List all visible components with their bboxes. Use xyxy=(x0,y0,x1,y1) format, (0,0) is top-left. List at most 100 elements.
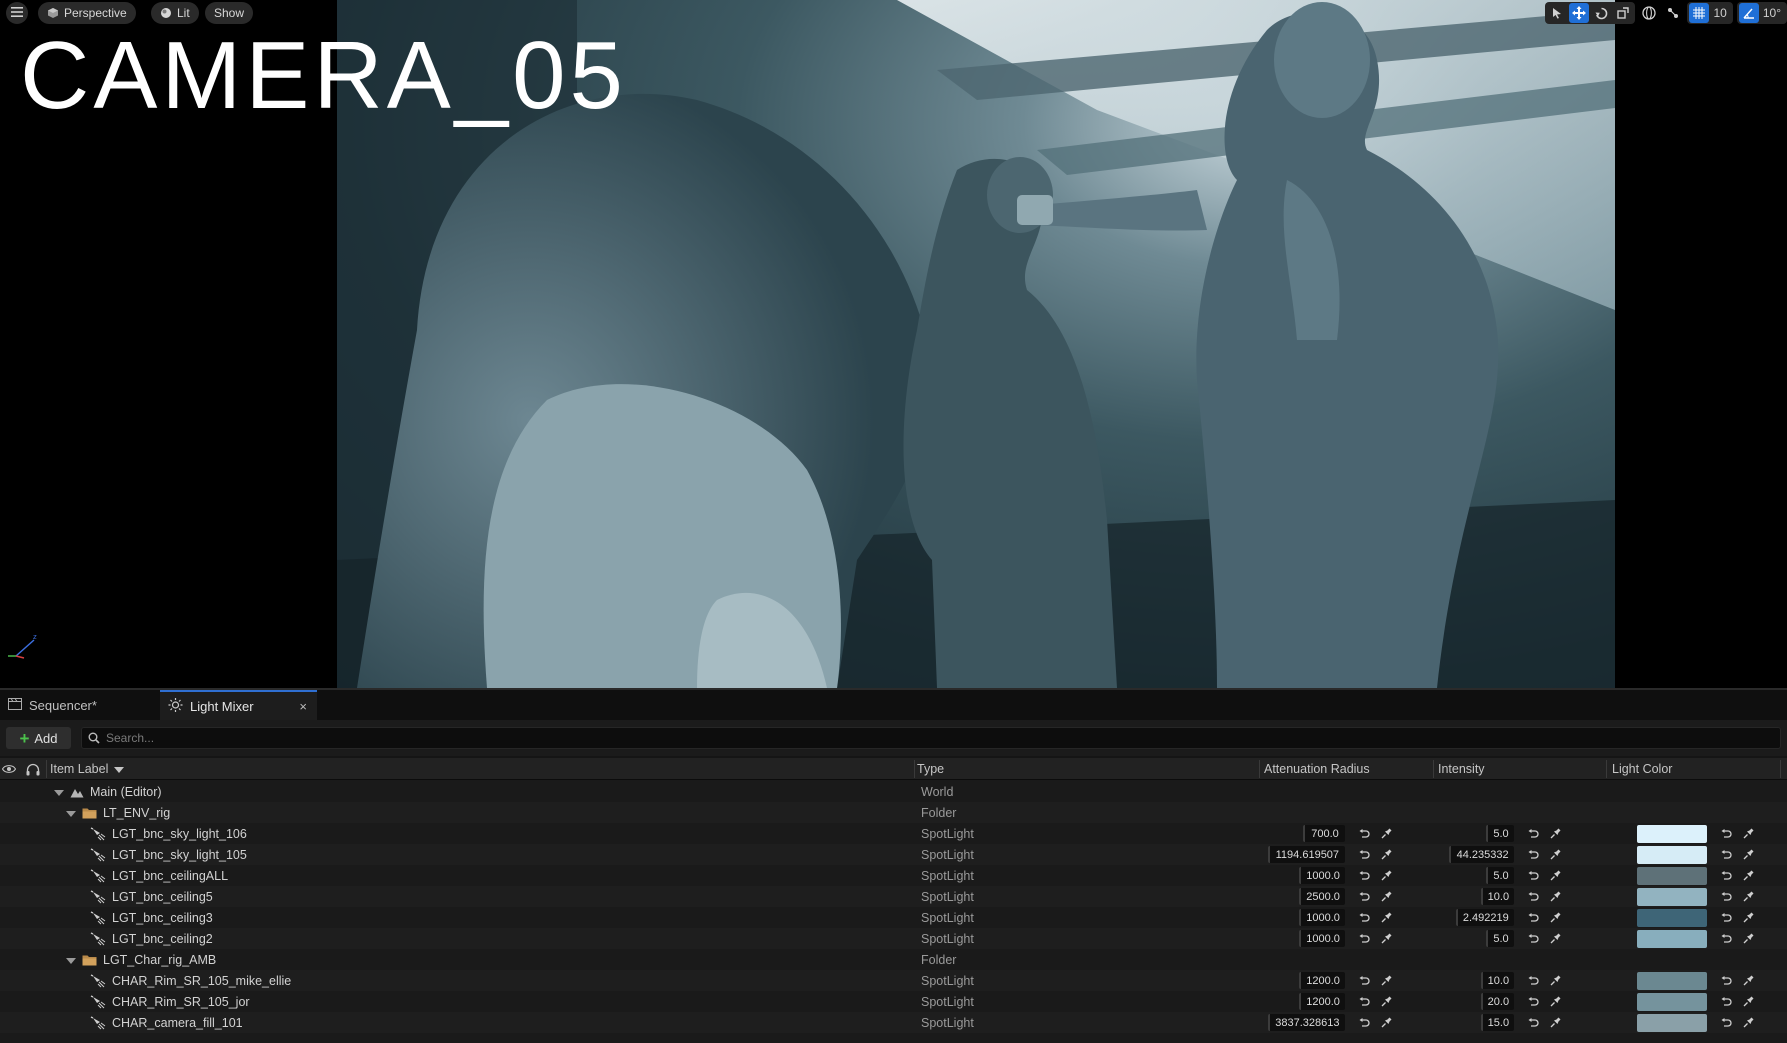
column-header-attenuation-radius[interactable]: Attenuation Radius xyxy=(1264,758,1370,780)
attenuation-radius-field[interactable]: 2500.0 xyxy=(1299,888,1345,905)
column-header-light-color[interactable]: Light Color xyxy=(1612,758,1672,780)
pin-icon[interactable] xyxy=(1740,824,1756,843)
reset-arrow-icon[interactable] xyxy=(1525,929,1541,948)
reset-arrow-icon[interactable] xyxy=(1718,887,1734,906)
pin-icon[interactable] xyxy=(1740,992,1756,1011)
reset-arrow-icon[interactable] xyxy=(1718,824,1734,843)
light-color-swatch[interactable] xyxy=(1637,846,1707,864)
rotation-snap-icon[interactable] xyxy=(1738,3,1759,23)
close-tab-icon[interactable]: × xyxy=(299,699,307,714)
level-viewport[interactable]: CAMERA_05 Perspective Lit Show 10 10° z xyxy=(0,0,1787,688)
reset-arrow-icon[interactable] xyxy=(1718,929,1734,948)
expand-arrow-icon[interactable] xyxy=(66,806,76,820)
table-row[interactable]: LGT_bnc_ceiling5 SpotLight 2500.0 10.0 xyxy=(0,886,1787,907)
reset-arrow-icon[interactable] xyxy=(1356,845,1372,864)
attenuation-radius-field[interactable]: 1000.0 xyxy=(1299,930,1345,947)
show-flags-button[interactable]: Show xyxy=(205,2,254,24)
item-label-cell[interactable]: CHAR_Rim_SR_105_jor xyxy=(90,991,250,1012)
attenuation-radius-field[interactable]: 700.0 xyxy=(1303,825,1345,842)
reset-arrow-icon[interactable] xyxy=(1718,866,1734,885)
attenuation-radius-field[interactable]: 3837.328613 xyxy=(1267,1014,1345,1031)
pin-icon[interactable] xyxy=(1547,845,1563,864)
pin-icon[interactable] xyxy=(1378,866,1394,885)
column-header-intensity[interactable]: Intensity xyxy=(1438,758,1485,780)
expand-arrow-icon[interactable] xyxy=(54,785,64,799)
pin-icon[interactable] xyxy=(1378,887,1394,906)
reset-arrow-icon[interactable] xyxy=(1718,1013,1734,1032)
reset-arrow-icon[interactable] xyxy=(1525,992,1541,1011)
attenuation-radius-field[interactable]: 1200.0 xyxy=(1299,993,1345,1010)
attenuation-radius-field[interactable]: 1000.0 xyxy=(1299,909,1345,926)
item-label-cell[interactable]: LGT_bnc_ceiling5 xyxy=(90,886,213,907)
reset-arrow-icon[interactable] xyxy=(1525,845,1541,864)
light-color-swatch[interactable] xyxy=(1637,1014,1707,1032)
item-label-cell[interactable]: Main (Editor) xyxy=(54,781,162,802)
tab-sequencer[interactable]: Sequencer* xyxy=(0,690,160,720)
perspective-view-button[interactable]: Perspective xyxy=(38,2,136,24)
pin-icon[interactable] xyxy=(1378,992,1394,1011)
intensity-field[interactable]: 15.0 xyxy=(1480,1014,1514,1031)
item-label-cell[interactable]: LGT_bnc_sky_light_105 xyxy=(90,844,247,865)
item-label-cell[interactable]: CHAR_camera_fill_101 xyxy=(90,1012,243,1033)
intensity-field[interactable]: 20.0 xyxy=(1480,993,1514,1010)
reset-arrow-icon[interactable] xyxy=(1356,971,1372,990)
select-mode-icon[interactable] xyxy=(1547,3,1567,23)
pin-icon[interactable] xyxy=(1547,929,1563,948)
pin-icon[interactable] xyxy=(1378,845,1394,864)
expand-arrow-icon[interactable] xyxy=(66,953,76,967)
table-row[interactable]: LGT_bnc_ceilingALL SpotLight 1000.0 5.0 xyxy=(0,865,1787,886)
item-label-cell[interactable]: LT_ENV_rig xyxy=(66,802,170,823)
reset-arrow-icon[interactable] xyxy=(1718,971,1734,990)
translate-mode-icon[interactable] xyxy=(1569,3,1590,23)
pin-icon[interactable] xyxy=(1378,824,1394,843)
grid-snap-value[interactable]: 10 xyxy=(1711,6,1730,20)
intensity-field[interactable]: 10.0 xyxy=(1480,888,1514,905)
pin-icon[interactable] xyxy=(1547,824,1563,843)
surface-snapping-icon[interactable] xyxy=(1663,3,1683,23)
folder-row[interactable]: LT_ENV_rig Folder xyxy=(0,802,1787,823)
reset-arrow-icon[interactable] xyxy=(1525,887,1541,906)
table-row[interactable]: CHAR_camera_fill_101 SpotLight 3837.328613… xyxy=(0,1012,1787,1033)
column-header-item-label[interactable]: Item Label xyxy=(50,758,125,780)
table-row[interactable]: LGT_bnc_ceiling3 SpotLight 1000.0 2.492219 xyxy=(0,907,1787,928)
item-label-cell[interactable]: LGT_bnc_ceiling2 xyxy=(90,928,213,949)
rotate-mode-icon[interactable] xyxy=(1591,3,1611,23)
viewport-menu-button[interactable] xyxy=(6,2,28,24)
reset-arrow-icon[interactable] xyxy=(1525,1013,1541,1032)
scale-mode-icon[interactable] xyxy=(1613,3,1633,23)
reset-arrow-icon[interactable] xyxy=(1356,824,1372,843)
pin-icon[interactable] xyxy=(1740,845,1756,864)
table-row[interactable]: CHAR_Rim_SR_105_mike_ellie SpotLight 1200.… xyxy=(0,970,1787,991)
reset-arrow-icon[interactable] xyxy=(1525,971,1541,990)
intensity-field[interactable]: 2.492219 xyxy=(1455,909,1514,926)
table-row[interactable]: CHAR_Rim_SR_105_jor SpotLight 1200.0 20.0 xyxy=(0,991,1787,1012)
light-color-swatch[interactable] xyxy=(1637,972,1707,990)
reset-arrow-icon[interactable] xyxy=(1718,908,1734,927)
column-header-type[interactable]: Type xyxy=(917,758,944,780)
grid-snap-icon[interactable] xyxy=(1689,3,1710,23)
attenuation-radius-field[interactable]: 1200.0 xyxy=(1299,972,1345,989)
reset-arrow-icon[interactable] xyxy=(1525,908,1541,927)
eye-icon[interactable] xyxy=(2,758,16,780)
intensity-field[interactable]: 5.0 xyxy=(1486,825,1514,842)
lit-view-mode-button[interactable]: Lit xyxy=(151,2,199,24)
pin-icon[interactable] xyxy=(1378,908,1394,927)
intensity-field[interactable]: 44.235332 xyxy=(1449,846,1514,863)
search-input[interactable] xyxy=(106,731,1780,745)
pin-icon[interactable] xyxy=(1547,1013,1563,1032)
pin-icon[interactable] xyxy=(1547,971,1563,990)
pin-icon[interactable] xyxy=(1547,992,1563,1011)
item-label-cell[interactable]: LGT_bnc_ceilingALL xyxy=(90,865,228,886)
world-local-toggle-icon[interactable] xyxy=(1639,3,1659,23)
attenuation-radius-field[interactable]: 1000.0 xyxy=(1299,867,1345,884)
pin-icon[interactable] xyxy=(1378,929,1394,948)
reset-arrow-icon[interactable] xyxy=(1718,845,1734,864)
light-color-swatch[interactable] xyxy=(1637,888,1707,906)
pin-icon[interactable] xyxy=(1740,929,1756,948)
pin-icon[interactable] xyxy=(1378,971,1394,990)
add-button[interactable]: + Add xyxy=(6,727,71,749)
intensity-field[interactable]: 10.0 xyxy=(1480,972,1514,989)
reset-arrow-icon[interactable] xyxy=(1356,887,1372,906)
rotation-snap-value[interactable]: 10° xyxy=(1761,6,1785,20)
pin-icon[interactable] xyxy=(1740,971,1756,990)
